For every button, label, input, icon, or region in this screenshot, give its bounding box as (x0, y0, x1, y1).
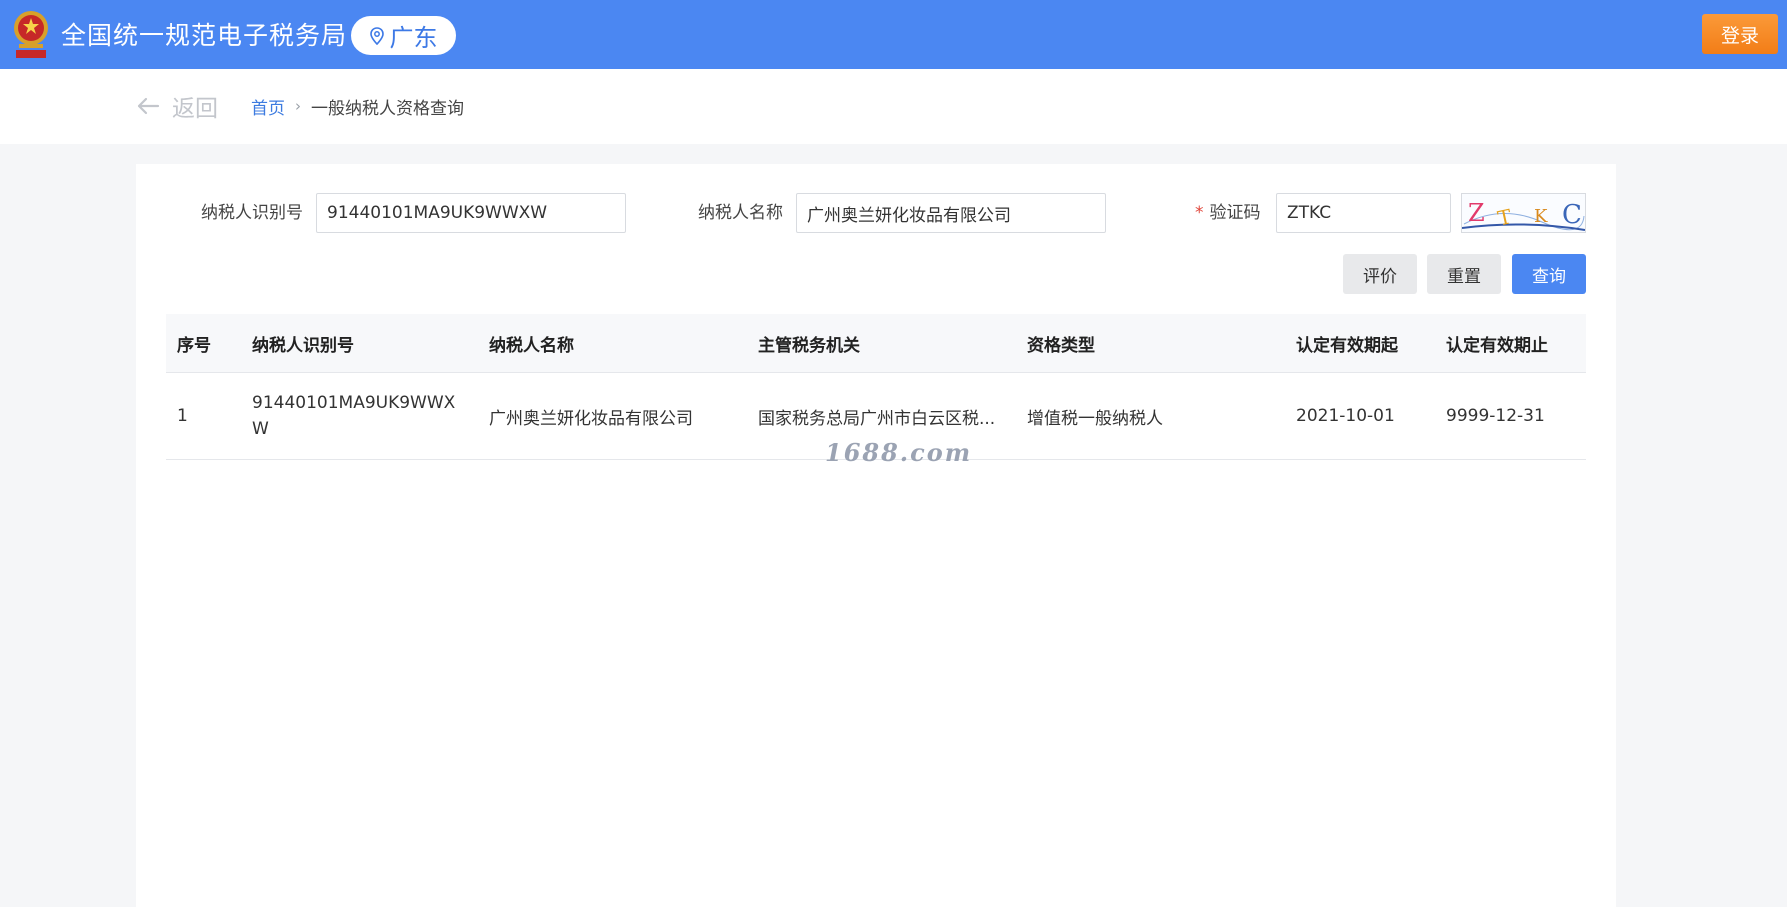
breadcrumb-home-link[interactable]: 首页 (251, 94, 285, 119)
arrow-left-icon (137, 97, 160, 115)
svg-text:T: T (1496, 204, 1515, 230)
column-header: 认定有效期止 (1446, 335, 1548, 356)
login-button[interactable]: 登录 (1702, 14, 1778, 54)
row-taxpayer-name: 广州奥兰妍化妆品有限公司 (489, 408, 693, 429)
site-title: 全国统一规范电子税务局 (61, 21, 348, 50)
back-label: 返回 (172, 96, 218, 122)
evaluate-button[interactable]: 评价 (1343, 254, 1417, 294)
location-pin-icon (369, 26, 384, 45)
taxpayer-name-input[interactable] (796, 193, 1106, 233)
table-header: 序号 纳税人识别号 纳税人名称 主管税务机关 资格类型 认定有效期起 认定有效期… (166, 314, 1586, 373)
breadcrumb-current: 一般纳税人资格查询 (311, 98, 464, 119)
row-valid-from: 2021-10-01 (1296, 406, 1395, 426)
reset-button[interactable]: 重置 (1427, 254, 1501, 294)
svg-text:Z: Z (1468, 199, 1485, 227)
captcha-image[interactable]: Z T K C (1461, 193, 1586, 233)
top-header: 全国统一规范电子税务局 广东 登录 (0, 0, 1787, 69)
svg-text:K: K (1534, 206, 1548, 227)
column-header: 序号 (177, 335, 211, 356)
chevron-right-icon: › (295, 97, 301, 115)
captcha-label-text: 验证码 (1209, 203, 1261, 223)
region-selector[interactable]: 广东 (351, 16, 456, 55)
row-taxpayer-id: 91440101MA9UK9WWXW (252, 393, 456, 439)
watermark: 1688.com (825, 438, 973, 467)
captcha-input[interactable] (1276, 193, 1451, 233)
captcha-label: * 验证码 (1195, 193, 1261, 233)
row-index: 1 (177, 406, 188, 426)
breadcrumb-bar: 返回 首页 › 一般纳税人资格查询 (0, 69, 1787, 144)
row-qualification-type: 增值税一般纳税人 (1027, 408, 1163, 429)
row-tax-authority: 国家税务总局广州市白云区税... (758, 408, 996, 429)
query-card: 纳税人识别号 纳税人名称 *验证码 Z T K C 评价 重置 查询 序号 纳税… (136, 164, 1616, 907)
query-button[interactable]: 查询 (1512, 254, 1586, 294)
national-emblem-icon (10, 8, 52, 60)
column-header: 纳税人名称 (489, 335, 574, 356)
region-label: 广东 (389, 24, 438, 52)
column-header: 认定有效期起 (1296, 335, 1398, 356)
svg-text:C: C (1562, 200, 1582, 230)
back-button[interactable]: 返回 (136, 89, 218, 123)
breadcrumb: 首页 › 一般纳税人资格查询 (251, 93, 464, 119)
column-header: 资格类型 (1027, 335, 1095, 356)
taxpayer-name-label: 纳税人名称 (698, 203, 783, 223)
column-header: 纳税人识别号 (252, 335, 354, 356)
row-valid-to: 9999-12-31 (1446, 406, 1545, 426)
column-header: 主管税务机关 (758, 335, 860, 356)
required-mark: * (1195, 203, 1204, 223)
taxpayer-id-label: 纳税人识别号 (201, 203, 303, 223)
taxpayer-id-input[interactable] (316, 193, 626, 233)
